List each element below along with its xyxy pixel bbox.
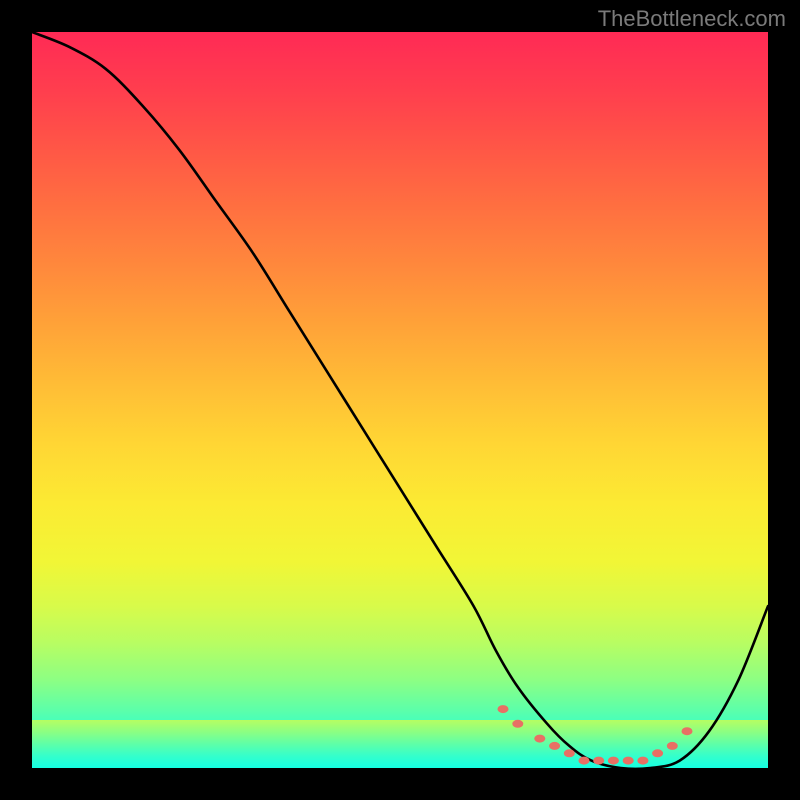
marker-dot — [564, 749, 575, 757]
marker-dot — [623, 757, 634, 765]
optimal-range-markers — [498, 705, 693, 765]
marker-dot — [512, 720, 523, 728]
chart-svg — [32, 32, 768, 768]
attribution-text: TheBottleneck.com — [598, 6, 786, 32]
chart-outer-frame: TheBottleneck.com — [0, 0, 800, 800]
marker-dot — [667, 742, 678, 750]
marker-dot — [593, 757, 604, 765]
marker-dot — [549, 742, 560, 750]
marker-dot — [682, 727, 693, 735]
marker-dot — [534, 735, 545, 743]
marker-dot — [579, 757, 590, 765]
bottleneck-curve-line — [32, 32, 768, 768]
marker-dot — [498, 705, 509, 713]
marker-dot — [637, 757, 648, 765]
marker-dot — [608, 757, 619, 765]
chart-plot-area — [32, 32, 768, 768]
marker-dot — [652, 749, 663, 757]
